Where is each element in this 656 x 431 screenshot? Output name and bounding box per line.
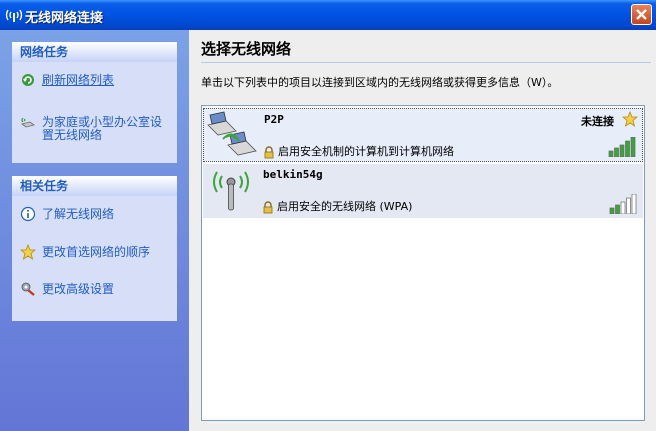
signal-bar — [608, 150, 614, 157]
security-label-p2p: 启用安全机制的计算机到计算机网络 — [278, 145, 454, 158]
access-point-icon — [213, 171, 249, 211]
related-tasks-panel: 相关任务 了解无线网络 更改首选网络的顺序 更改高级设置 — [12, 176, 177, 321]
lock-icon — [264, 145, 274, 158]
star-icon — [20, 244, 36, 260]
instructions-text: 单击以下列表中的项目以连接到区域内的无线网络或获得更多信息（W）。 — [201, 76, 559, 89]
signal-bar — [620, 201, 626, 214]
network-tasks-header: 网络任务 — [12, 42, 177, 62]
security-text-belkin54g: 启用安全的无线网络 (WPA) — [263, 198, 412, 214]
heading-divider — [201, 62, 651, 63]
security-label-belkin54g: 启用安全的无线网络 (WPA) — [277, 200, 413, 213]
network-tasks-panel: 网络任务 刷新网络列表 为家庭或小型办公室设置无线网络 — [12, 42, 177, 163]
settings-icon — [21, 282, 35, 296]
wireless-icon — [5, 9, 23, 22]
signal-bar — [626, 197, 631, 214]
network-item-p2p[interactable]: P2P 未连接 启用安全机制的计算机到计算机网络 — [203, 108, 643, 162]
refresh-network-list-label: 刷新网络列表 — [42, 73, 115, 87]
signal-bar — [625, 140, 630, 157]
lock-icon — [263, 200, 273, 213]
setup-wireless-icon — [21, 117, 35, 128]
close-icon — [636, 9, 647, 20]
learn-wireless-label: 了解无线网络 — [42, 207, 115, 221]
network-name-belkin54g: belkin54g — [263, 168, 323, 181]
signal-bar — [609, 207, 615, 214]
title-bar[interactable]: 无线网络连接 — [0, 0, 656, 30]
signal-bar — [615, 204, 620, 214]
setup-wireless-label: 为家庭或小型办公室设置无线网络 — [42, 115, 163, 142]
ad-hoc-network-icon — [207, 111, 257, 156]
network-name-p2p: P2P — [264, 113, 284, 126]
network-item-belkin54g[interactable]: belkin54g 启用安全的无线网络 (WPA) — [203, 164, 643, 218]
change-preferred-order-label: 更改首选网络的顺序 — [42, 245, 151, 259]
related-tasks-header: 相关任务 — [12, 176, 177, 196]
signal-strength-icon — [608, 137, 636, 157]
signal-bar — [630, 137, 636, 157]
signal-bar — [631, 194, 637, 214]
info-icon — [20, 206, 36, 222]
preferred-star-icon — [622, 111, 638, 127]
wireless-connections-window: 无线网络连接 网络任务 刷新网络列表 为家庭或小型办公室设置无线网络 相关任务 … — [0, 0, 656, 431]
connection-status: 未连接 — [581, 115, 614, 128]
signal-bar — [619, 144, 625, 157]
window-title: 无线网络连接 — [25, 11, 104, 26]
change-advanced-settings-label: 更改高级设置 — [42, 282, 115, 296]
task-pane: 网络任务 刷新网络列表 为家庭或小型办公室设置无线网络 相关任务 了解无线网络 … — [0, 30, 189, 431]
signal-bar — [614, 147, 619, 157]
network-list-pane: 选择无线网络 单击以下列表中的项目以连接到区域内的无线网络或获得更多信息（W）。… — [189, 30, 656, 431]
security-text-p2p: 启用安全机制的计算机到计算机网络 — [264, 143, 454, 159]
page-title: 选择无线网络 — [201, 40, 292, 58]
refresh-icon — [22, 74, 34, 86]
wireless-network-list[interactable]: P2P 未连接 启用安全机制的计算机到计算机网络 belkin54g 启用安全的… — [201, 105, 645, 421]
signal-strength-icon — [609, 194, 637, 214]
close-button[interactable] — [631, 4, 652, 25]
